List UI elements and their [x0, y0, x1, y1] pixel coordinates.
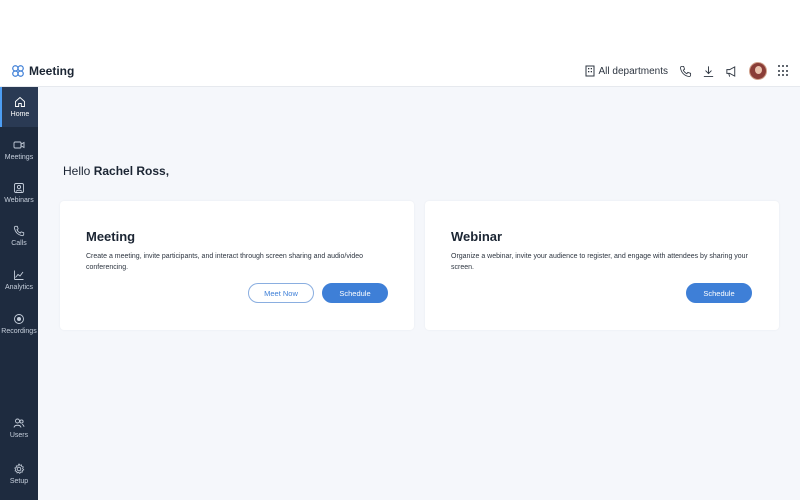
phone-icon	[13, 225, 25, 237]
sidebar-item-analytics[interactable]: Analytics	[0, 260, 38, 300]
home-icon	[15, 96, 25, 107]
megaphone-icon	[725, 65, 735, 77]
sidebar-item-recordings[interactable]: Recordings	[0, 304, 38, 344]
top-blank-area	[0, 0, 800, 56]
meeting-logo-icon	[12, 65, 24, 77]
building-icon	[585, 65, 595, 77]
phone-button[interactable]	[678, 64, 692, 78]
webinar-icon	[14, 183, 24, 193]
schedule-meeting-button[interactable]: Schedule	[322, 283, 388, 303]
sidebar-item-label: Analytics	[4, 284, 33, 291]
sidebar-item-label: Home	[10, 111, 30, 118]
app-logo[interactable]: Meeting	[11, 64, 74, 78]
sidebar-item-setup[interactable]: Setup	[0, 454, 38, 494]
meeting-card: Meeting Create a meeting, invite partici…	[60, 201, 414, 330]
department-selector[interactable]: All departments	[584, 65, 668, 77]
sidebar-item-label: Setup	[9, 478, 29, 485]
sidebar-item-label: Users	[9, 432, 29, 439]
sidebar-item-meetings[interactable]: Meetings	[0, 130, 38, 170]
phone-icon	[679, 65, 691, 77]
analytics-icon	[14, 270, 24, 280]
avatar[interactable]	[749, 62, 767, 80]
user-name: Rachel Ross,	[93, 164, 170, 178]
sidebar-item-webinars[interactable]: Webinars	[0, 173, 38, 213]
sidebar-item-calls[interactable]: Calls	[0, 216, 38, 256]
sidebar: Home Meetings Webinars Calls Analytics R…	[0, 87, 38, 500]
department-label: All departments	[598, 65, 668, 77]
sidebar-item-label: Meetings	[4, 154, 34, 161]
download-button[interactable]	[701, 64, 715, 78]
video-icon	[13, 141, 25, 149]
top-header: Meeting All departments	[0, 56, 800, 87]
apps-grid-icon[interactable]	[778, 65, 790, 77]
greeting: Hello Rachel Ross,	[63, 164, 169, 178]
users-icon	[13, 418, 25, 428]
download-icon	[703, 65, 713, 77]
gear-icon	[14, 463, 25, 475]
announcements-button[interactable]	[724, 64, 738, 78]
sidebar-item-home[interactable]: Home	[0, 87, 38, 127]
card-description: Organize a webinar, invite your audience…	[451, 253, 748, 271]
card-description: Create a meeting, invite participants, a…	[86, 253, 364, 271]
greeting-prefix: Hello	[63, 164, 91, 178]
meet-now-button[interactable]: Meet Now	[248, 283, 314, 303]
sidebar-item-label: Calls	[11, 240, 27, 247]
card-title: Meeting	[86, 229, 136, 244]
record-icon	[14, 314, 24, 324]
sidebar-item-label: Recordings	[1, 328, 37, 335]
app-title: Meeting	[29, 64, 75, 78]
sidebar-item-users[interactable]: Users	[0, 408, 38, 448]
webinar-card: Webinar Organize a webinar, invite your …	[425, 201, 779, 330]
sidebar-item-label: Webinars	[4, 197, 34, 204]
card-title: Webinar	[451, 229, 503, 244]
main-content: Hello Rachel Ross, Meeting Create a meet…	[38, 87, 800, 500]
schedule-webinar-button[interactable]: Schedule	[686, 283, 752, 303]
